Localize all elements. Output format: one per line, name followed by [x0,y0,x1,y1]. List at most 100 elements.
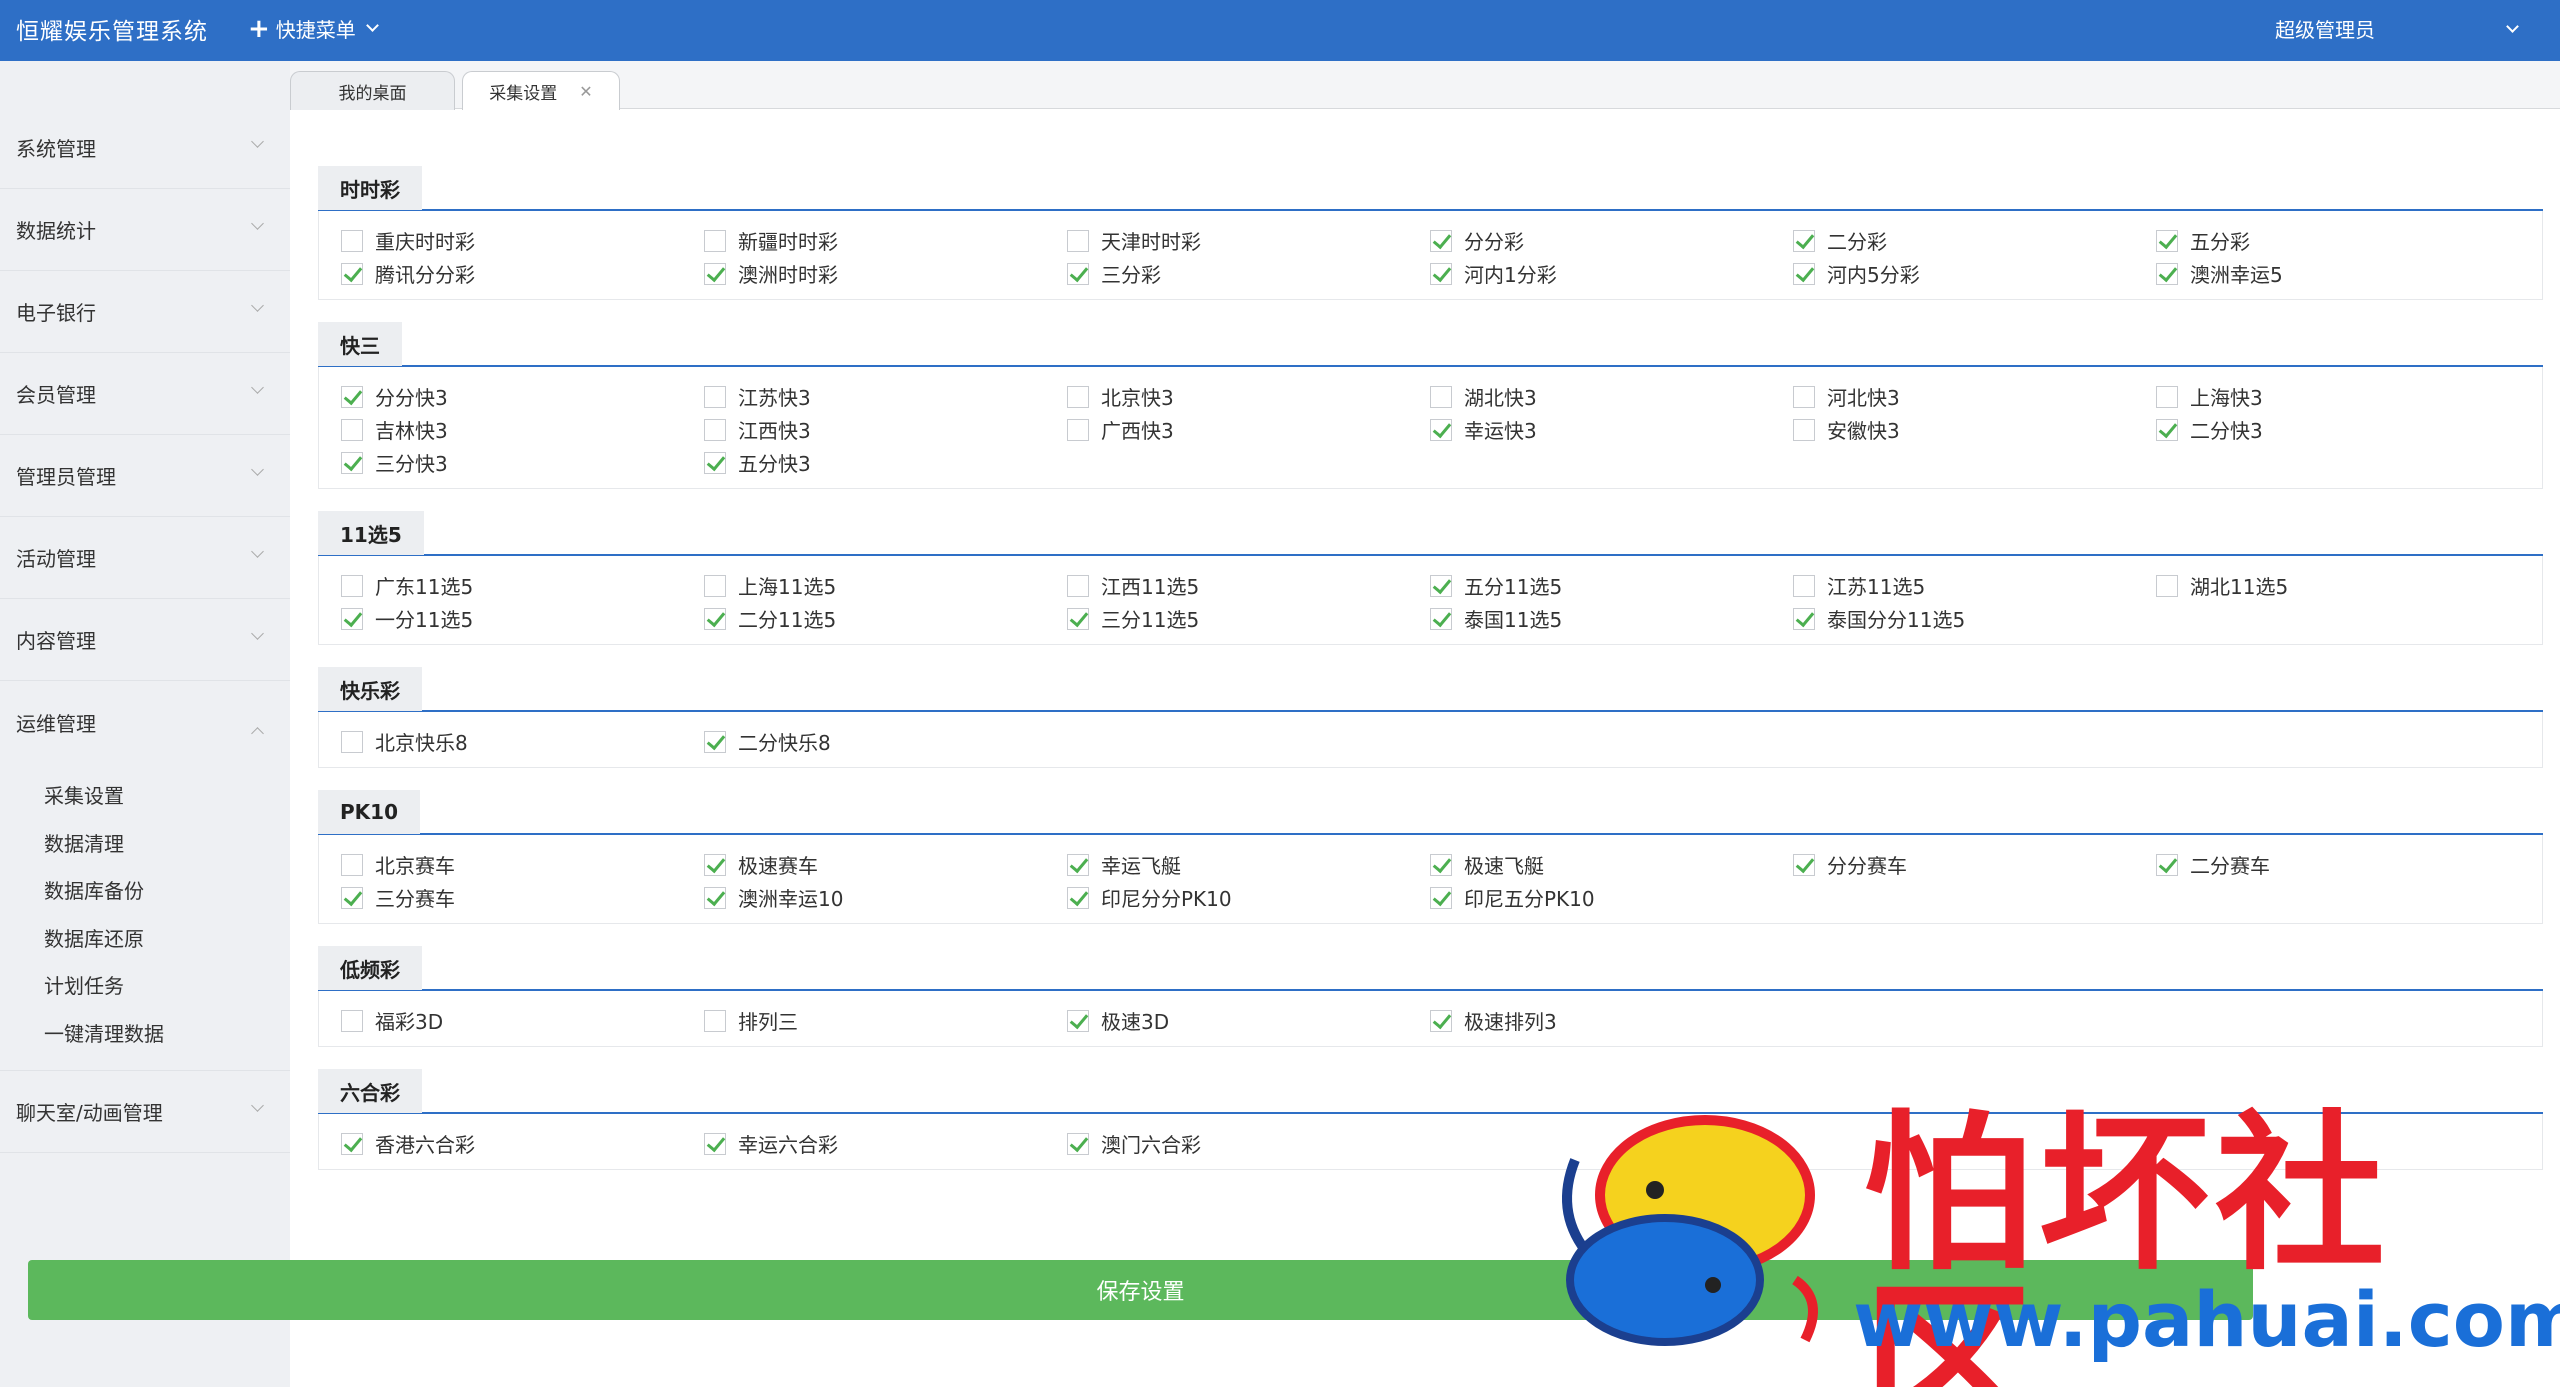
lottery-option[interactable]: 幸运快3 [1430,416,1793,443]
lottery-option[interactable]: 极速飞艇 [1430,851,1793,878]
checkbox-checked[interactable] [341,1132,363,1155]
checkbox-unchecked[interactable] [704,229,726,252]
sidebar-item-system[interactable]: 系统管理 [0,107,290,189]
checkbox-checked[interactable] [1793,853,1815,876]
sidebar-item-ebank[interactable]: 电子银行 [0,271,290,353]
checkbox-unchecked[interactable] [1067,385,1089,408]
checkbox-unchecked[interactable] [1793,574,1815,597]
lottery-option[interactable]: 五分彩 [2156,227,2519,254]
checkbox-unchecked[interactable] [341,853,363,876]
checkbox-checked[interactable] [1793,262,1815,285]
checkbox-unchecked[interactable] [1067,418,1089,441]
checkbox-checked[interactable] [1430,229,1452,252]
lottery-option[interactable]: 安徽快3 [1793,416,2156,443]
checkbox-checked[interactable] [2156,418,2178,441]
checkbox-unchecked[interactable] [704,1009,726,1032]
lottery-option[interactable]: 上海快3 [2156,383,2519,410]
lottery-option[interactable]: 湖北11选5 [2156,572,2519,599]
sidebar-subitem-db-restore[interactable]: 数据库还原 [0,914,290,962]
tab-collect-settings[interactable]: 采集设置 ✕ [462,71,620,110]
lottery-option[interactable]: 天津时时彩 [1067,227,1430,254]
lottery-option[interactable]: 分分赛车 [1793,851,2156,878]
checkbox-checked[interactable] [704,607,726,630]
checkbox-unchecked[interactable] [704,574,726,597]
checkbox-checked[interactable] [1067,853,1089,876]
checkbox-checked[interactable] [704,262,726,285]
lottery-option[interactable]: 重庆时时彩 [341,227,704,254]
lottery-option[interactable]: 澳门六合彩 [1067,1130,1430,1157]
lottery-option[interactable]: 湖北快3 [1430,383,1793,410]
lottery-option[interactable]: 泰国分分11选5 [1793,605,2156,632]
checkbox-unchecked[interactable] [1793,385,1815,408]
sidebar-subitem-one-click-cleanup[interactable]: 一键清理数据 [0,1009,290,1057]
checkbox-unchecked[interactable] [1067,574,1089,597]
checkbox-checked[interactable] [1430,1009,1452,1032]
checkbox-checked[interactable] [2156,229,2178,252]
lottery-option[interactable]: 三分11选5 [1067,605,1430,632]
checkbox-unchecked[interactable] [704,385,726,408]
lottery-option[interactable]: 福彩3D [341,1007,704,1034]
lottery-option[interactable]: 江西11选5 [1067,572,1430,599]
checkbox-checked[interactable] [1430,607,1452,630]
sidebar-item-operations[interactable]: 运维管理 [0,681,290,763]
checkbox-checked[interactable] [341,886,363,909]
sidebar-subitem-data-cleanup[interactable]: 数据清理 [0,819,290,867]
checkbox-checked[interactable] [1067,1132,1089,1155]
lottery-option[interactable]: 幸运六合彩 [704,1130,1067,1157]
checkbox-checked[interactable] [1430,574,1452,597]
lottery-option[interactable]: 吉林快3 [341,416,704,443]
user-menu-chevron[interactable] [2506,16,2519,35]
lottery-option[interactable]: 北京快3 [1067,383,1430,410]
lottery-option[interactable]: 幸运飞艇 [1067,851,1430,878]
lottery-option[interactable]: 极速3D [1067,1007,1430,1034]
checkbox-unchecked[interactable] [341,418,363,441]
checkbox-unchecked[interactable] [704,418,726,441]
lottery-option[interactable]: 澳洲幸运10 [704,884,1067,911]
checkbox-unchecked[interactable] [2156,574,2178,597]
lottery-option[interactable]: 新疆时时彩 [704,227,1067,254]
sidebar-item-chatroom[interactable]: 聊天室/动画管理 [0,1071,290,1153]
lottery-option[interactable]: 河北快3 [1793,383,2156,410]
checkbox-checked[interactable] [2156,853,2178,876]
lottery-option[interactable]: 澳洲幸运5 [2156,260,2519,287]
checkbox-unchecked[interactable] [341,730,363,753]
checkbox-unchecked[interactable] [2156,385,2178,408]
lottery-option[interactable]: 极速排列3 [1430,1007,1793,1034]
sidebar-item-activities[interactable]: 活动管理 [0,517,290,599]
lottery-option[interactable]: 二分快3 [2156,416,2519,443]
lottery-option[interactable]: 北京赛车 [341,851,704,878]
checkbox-unchecked[interactable] [1430,385,1452,408]
checkbox-checked[interactable] [1067,1009,1089,1032]
checkbox-unchecked[interactable] [1793,418,1815,441]
checkbox-unchecked[interactable] [341,229,363,252]
lottery-option[interactable]: 江苏快3 [704,383,1067,410]
checkbox-checked[interactable] [1067,886,1089,909]
lottery-option[interactable]: 极速赛车 [704,851,1067,878]
checkbox-checked[interactable] [341,262,363,285]
quick-menu-button[interactable]: + 快捷菜单 [248,14,379,43]
lottery-option[interactable]: 江西快3 [704,416,1067,443]
lottery-option[interactable]: 河内1分彩 [1430,260,1793,287]
lottery-option[interactable]: 香港六合彩 [341,1130,704,1157]
lottery-option[interactable]: 腾讯分分彩 [341,260,704,287]
checkbox-checked[interactable] [704,886,726,909]
sidebar-subitem-scheduled-tasks[interactable]: 计划任务 [0,961,290,1009]
lottery-option[interactable]: 三分彩 [1067,260,1430,287]
lottery-option[interactable]: 北京快乐8 [341,728,704,755]
tab-my-desktop[interactable]: 我的桌面 [290,71,455,110]
lottery-option[interactable]: 五分快3 [704,449,1067,476]
checkbox-checked[interactable] [1067,262,1089,285]
close-icon[interactable]: ✕ [579,82,592,101]
sidebar-subitem-collect-settings[interactable]: 采集设置 [0,771,290,819]
lottery-option[interactable]: 分分彩 [1430,227,1793,254]
checkbox-checked[interactable] [341,451,363,474]
checkbox-checked[interactable] [704,730,726,753]
lottery-option[interactable]: 三分赛车 [341,884,704,911]
checkbox-unchecked[interactable] [341,574,363,597]
lottery-option[interactable]: 江苏11选5 [1793,572,2156,599]
lottery-option[interactable]: 二分快乐8 [704,728,1067,755]
sidebar-item-statistics[interactable]: 数据统计 [0,189,290,271]
save-settings-button[interactable]: 保存设置 [28,1260,2253,1320]
sidebar-item-admins[interactable]: 管理员管理 [0,435,290,517]
checkbox-checked[interactable] [341,607,363,630]
